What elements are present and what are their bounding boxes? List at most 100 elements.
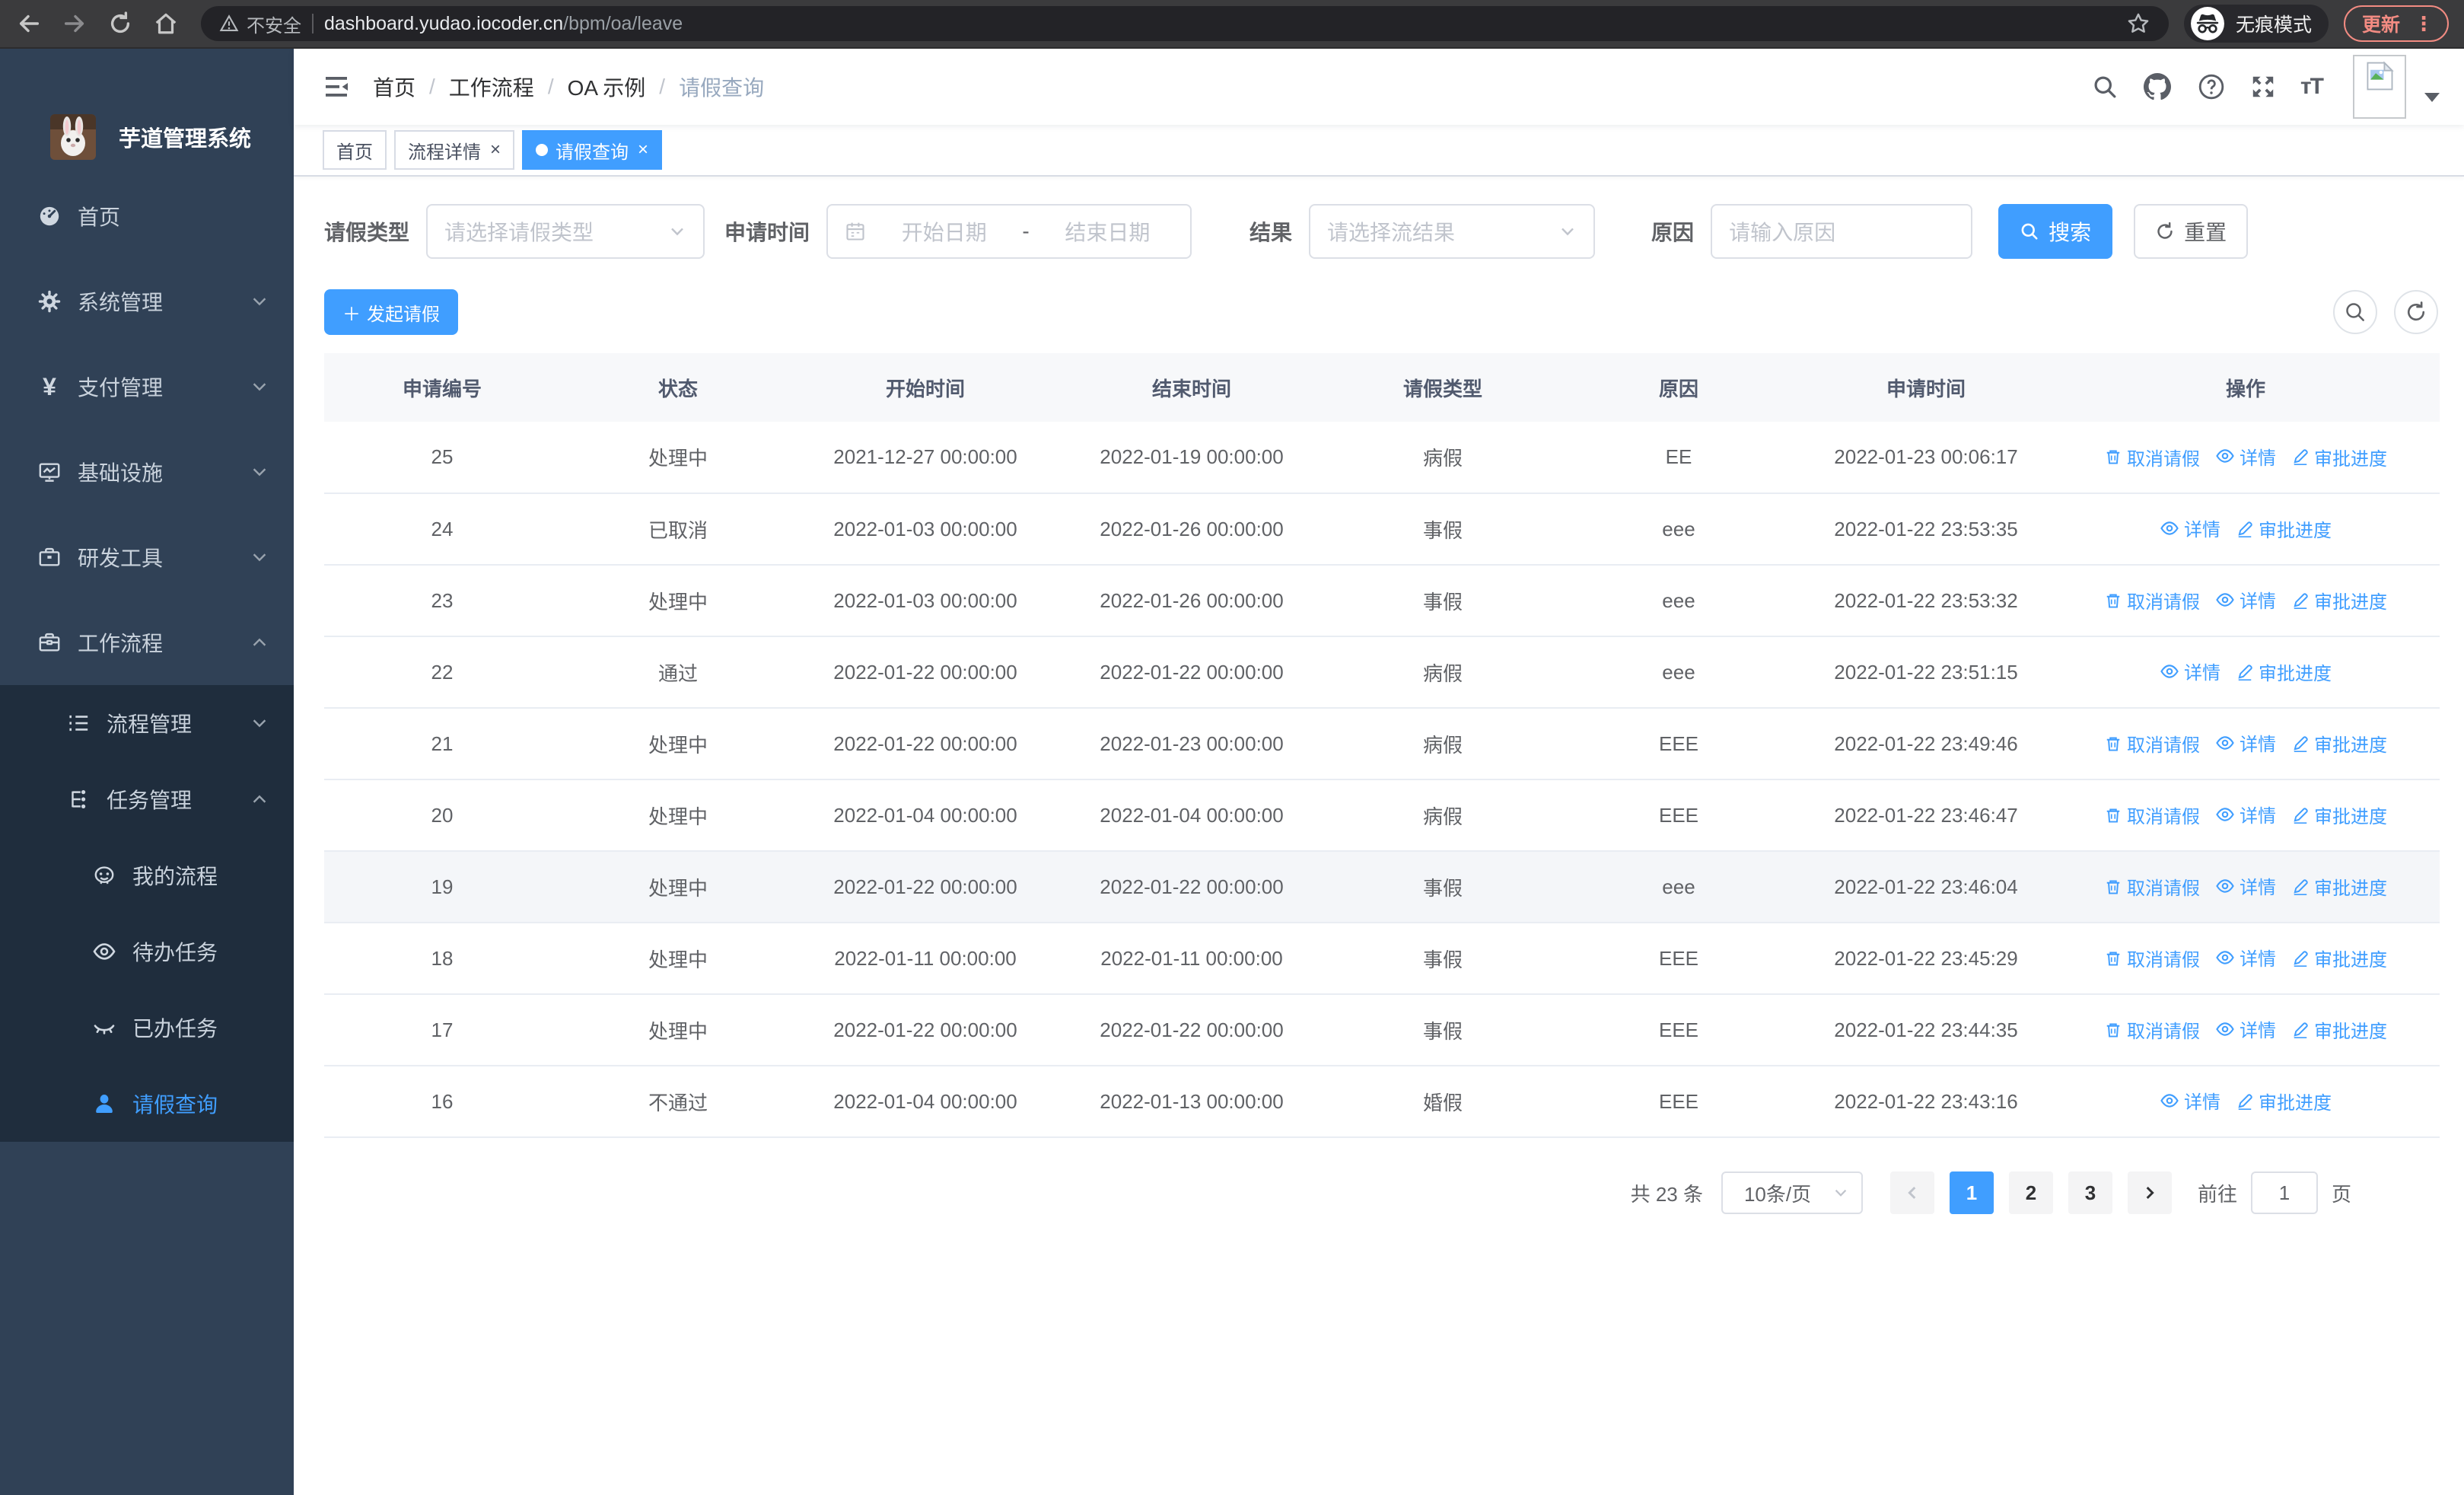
- sidebar-item-payment[interactable]: ¥ 支付管理: [0, 344, 294, 429]
- page-button-3[interactable]: 3: [2068, 1171, 2112, 1214]
- sidebar-item-task-mgmt[interactable]: 任务管理: [0, 761, 294, 837]
- tab-home[interactable]: 首页: [323, 130, 387, 170]
- cell-end: 2022-01-04 00:00:00: [1055, 779, 1329, 852]
- progress-link[interactable]: 审批进度: [2291, 802, 2387, 828]
- browser-home-icon[interactable]: [146, 4, 186, 43]
- avatar-caret-icon[interactable]: [2424, 93, 2440, 102]
- detail-link[interactable]: 详情: [2215, 586, 2276, 613]
- cell-end: 2022-01-26 00:00:00: [1055, 565, 1329, 637]
- page-size-select[interactable]: 10条/页: [1721, 1171, 1863, 1214]
- leave-type-select[interactable]: 请选择请假类型: [426, 204, 705, 259]
- cell-actions: 取消请假 详情 审批进度: [2052, 994, 2440, 1066]
- breadcrumb-oa-example[interactable]: OA 示例: [568, 72, 646, 102]
- detail-link[interactable]: 详情: [2215, 443, 2276, 470]
- reset-button[interactable]: 重置: [2134, 204, 2249, 259]
- sidebar-item-infra[interactable]: 基础设施: [0, 429, 294, 515]
- cancel-leave-link[interactable]: 取消请假: [2104, 802, 2200, 828]
- cell-id: 17: [324, 994, 560, 1066]
- sidebar-item-label: 工作流程: [78, 632, 164, 655]
- font-size-icon[interactable]: ᴛT: [2288, 74, 2335, 100]
- progress-link[interactable]: 审批进度: [2236, 658, 2332, 685]
- leave-type-label: 请假类型: [324, 221, 410, 244]
- breadcrumb-workflow[interactable]: 工作流程: [449, 72, 534, 102]
- cancel-leave-link[interactable]: 取消请假: [2104, 730, 2200, 757]
- browser-update-button[interactable]: 更新 ⋮: [2343, 5, 2449, 42]
- result-select[interactable]: 请选择流结果: [1309, 204, 1596, 259]
- avatar[interactable]: [2353, 55, 2406, 119]
- progress-link[interactable]: 审批进度: [2291, 1016, 2387, 1043]
- detail-link[interactable]: 详情: [2215, 729, 2276, 756]
- progress-link[interactable]: 审批进度: [2236, 1088, 2332, 1114]
- browser-reload-icon[interactable]: [100, 4, 140, 43]
- detail-link[interactable]: 详情: [2215, 1015, 2276, 1042]
- browser-back-icon[interactable]: [9, 4, 49, 43]
- sidebar-item-workflow[interactable]: 工作流程: [0, 600, 294, 685]
- sidebar-item-todo-tasks[interactable]: 待办任务: [0, 913, 294, 990]
- detail-link[interactable]: 详情: [2160, 515, 2220, 541]
- reason-input[interactable]: 请输入原因: [1711, 204, 1973, 259]
- help-icon[interactable]: [2185, 72, 2238, 101]
- cancel-leave-link[interactable]: 取消请假: [2104, 945, 2200, 971]
- cell-reason: eee: [1557, 851, 1800, 923]
- progress-link[interactable]: 审批进度: [2291, 587, 2387, 614]
- sidebar-logo-row[interactable]: 芋道管理系统: [0, 113, 294, 161]
- apply-time-range-picker[interactable]: 开始日期 - 结束日期: [826, 204, 1192, 259]
- progress-link[interactable]: 审批进度: [2236, 515, 2332, 542]
- address-bar[interactable]: 不安全 dashboard.yudao.iocoder.cn/bpm/oa/le…: [201, 6, 2169, 41]
- table-row: 17 处理中 2022-01-22 00:00:00 2022-01-22 00:00…: [324, 994, 2440, 1066]
- detail-link[interactable]: 详情: [2215, 872, 2276, 899]
- next-page-button[interactable]: [2127, 1171, 2172, 1214]
- sidebar-item-my-process[interactable]: 我的流程: [0, 837, 294, 913]
- cell-applied: 2022-01-22 23:46:04: [1800, 851, 2052, 923]
- progress-link[interactable]: 审批进度: [2291, 945, 2387, 971]
- table-row: 23 处理中 2022-01-03 00:00:00 2022-01-26 00:00…: [324, 565, 2440, 637]
- trash-icon: [2104, 806, 2122, 824]
- tab-close-icon[interactable]: ×: [490, 141, 501, 159]
- browser-forward-icon[interactable]: [55, 4, 94, 43]
- bookmark-star-icon[interactable]: [2126, 11, 2150, 36]
- page-button-2[interactable]: 2: [2008, 1171, 2053, 1214]
- sidebar-collapse-icon[interactable]: [294, 73, 373, 100]
- breadcrumb-home[interactable]: 首页: [373, 72, 415, 102]
- detail-link[interactable]: 详情: [2160, 1087, 2220, 1114]
- fullscreen-icon[interactable]: [2238, 74, 2288, 100]
- toggle-search-button[interactable]: [2333, 290, 2377, 334]
- tab-close-icon[interactable]: ×: [638, 141, 648, 159]
- table-row: 25 处理中 2021-12-27 00:00:00 2022-01-19 00:00…: [324, 422, 2440, 494]
- detail-link[interactable]: 详情: [2215, 944, 2276, 971]
- sidebar-item-home[interactable]: 首页: [0, 174, 294, 259]
- sidebar-item-leave-query[interactable]: 请假查询: [0, 1066, 294, 1142]
- table-row: 18 处理中 2022-01-11 00:00:00 2022-01-11 00:00…: [324, 923, 2440, 995]
- cancel-leave-link[interactable]: 取消请假: [2104, 444, 2200, 470]
- search-button[interactable]: 搜索: [1998, 204, 2113, 259]
- warning-icon: [219, 14, 239, 33]
- cancel-leave-link[interactable]: 取消请假: [2104, 873, 2200, 900]
- goto-page-value: 1: [2278, 1181, 2291, 1204]
- breadcrumb-current: 请假查询: [679, 76, 765, 100]
- detail-link[interactable]: 详情: [2215, 801, 2276, 827]
- refresh-table-button[interactable]: [2394, 290, 2438, 334]
- sidebar-item-process-mgmt[interactable]: 流程管理: [0, 685, 294, 761]
- progress-link[interactable]: 审批进度: [2291, 730, 2387, 757]
- sidebar-item-devtools[interactable]: 研发工具: [0, 515, 294, 600]
- tab-leave-query[interactable]: 请假查询 ×: [522, 130, 663, 170]
- cancel-leave-link[interactable]: 取消请假: [2104, 1016, 2200, 1043]
- create-leave-button[interactable]: ＋ 发起请假: [324, 289, 458, 335]
- detail-link[interactable]: 详情: [2160, 658, 2220, 684]
- cell-type: 事假: [1329, 565, 1557, 637]
- cancel-leave-link[interactable]: 取消请假: [2104, 587, 2200, 614]
- date-start-placeholder: 开始日期: [901, 221, 987, 244]
- prev-page-button[interactable]: [1889, 1171, 1934, 1214]
- github-icon[interactable]: [2130, 72, 2185, 102]
- security-warning[interactable]: 不安全: [219, 11, 301, 37]
- tab-process-detail[interactable]: 流程详情 ×: [394, 130, 515, 170]
- progress-link[interactable]: 审批进度: [2291, 873, 2387, 900]
- browser-menu-icon[interactable]: ⋮: [2414, 12, 2434, 36]
- page-button-1[interactable]: 1: [1949, 1171, 1994, 1214]
- sidebar-item-done-tasks[interactable]: 已办任务: [0, 990, 294, 1066]
- header-search-icon[interactable]: [2080, 74, 2130, 100]
- sidebar-item-system[interactable]: 系统管理: [0, 259, 294, 344]
- filter-bar: 请假类型 请选择请假类型 申请时间 开始日期 - 结束日期 结果 请选择流结果 …: [324, 204, 2438, 259]
- progress-link[interactable]: 审批进度: [2291, 444, 2387, 470]
- goto-page-input[interactable]: 1: [2250, 1171, 2318, 1214]
